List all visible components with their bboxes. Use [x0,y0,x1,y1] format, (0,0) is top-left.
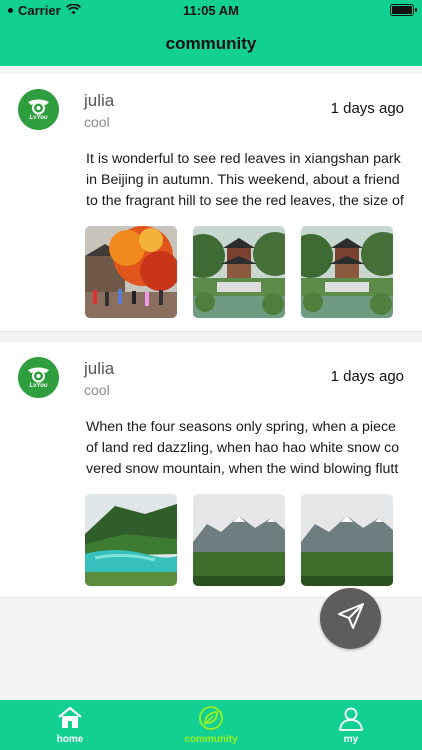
autumn-maple-photo[interactable] [85,226,177,318]
avatar-logo-text: LvYou [29,383,48,389]
new-post-button[interactable] [320,588,381,649]
tab-label: home [56,734,84,745]
tab-bar: home community my [0,700,422,750]
post-content[interactable]: It is wonderful to see red leaves in xia… [86,149,404,213]
snow-mountain-photo[interactable] [301,494,393,586]
paper-plane-icon [335,600,367,637]
status-bar: Carrier 11:05 AM [0,0,422,22]
avatar-logo-text: LvYou [29,115,48,121]
turquoise-lake-photo[interactable] [85,494,177,586]
post-photos [85,226,395,319]
post-signature: cool [84,114,110,130]
post-signature: cool [84,382,110,398]
post-time: 1 days ago [330,368,404,385]
post-username[interactable]: julia [84,359,114,379]
post-content[interactable]: When the four seasons only spring, when … [86,417,404,481]
post-photos [85,494,395,587]
post-card[interactable]: LvYou julia cool 1 days ago It is wonder… [0,74,422,332]
tab-label: community [184,734,238,745]
battery-icon [390,4,417,16]
avatar[interactable]: LvYou [18,89,59,130]
tab-home[interactable]: home [0,700,140,750]
tab-my[interactable]: my [281,700,421,750]
post-username[interactable]: julia [84,91,114,111]
lvyou-logo-icon [18,89,59,130]
post-card[interactable]: LvYou julia cool 1 days ago When the fou… [0,342,422,598]
page-title: community [165,34,257,53]
user-icon [337,704,365,737]
tab-label: my [343,734,359,745]
tab-community[interactable]: community [141,700,281,750]
avatar[interactable]: LvYou [18,357,59,398]
leaf-icon [197,704,225,737]
nav-bar: community [0,22,422,66]
clock: 11:05 AM [183,3,239,18]
community-feed[interactable]: LvYou julia cool 1 days ago It is wonder… [0,74,422,598]
home-icon [56,704,84,737]
chinese-pavilion-photo[interactable] [301,226,393,318]
snow-mountain-photo[interactable] [193,494,285,586]
post-time: 1 days ago [330,100,404,117]
chinese-pavilion-photo[interactable] [193,226,285,318]
lvyou-logo-icon [18,357,59,398]
